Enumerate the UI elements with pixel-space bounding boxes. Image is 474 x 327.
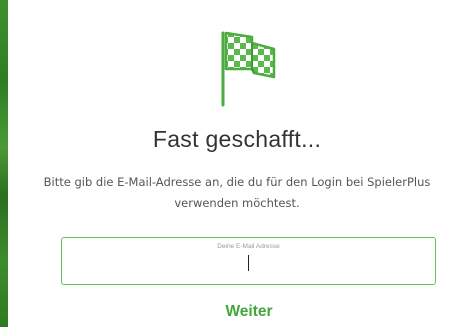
email-field-label: Deine E-Mail Adresse (217, 243, 280, 250)
page-title: Fast geschafft... (152, 126, 322, 152)
text-cursor (248, 255, 249, 271)
background-strip (0, 0, 8, 327)
checkered-flag-icon (221, 31, 276, 107)
continue-button[interactable]: Weiter (187, 300, 311, 324)
instruction-text: Bitte gib die E-Mail-Adresse an, die du … (43, 175, 431, 210)
